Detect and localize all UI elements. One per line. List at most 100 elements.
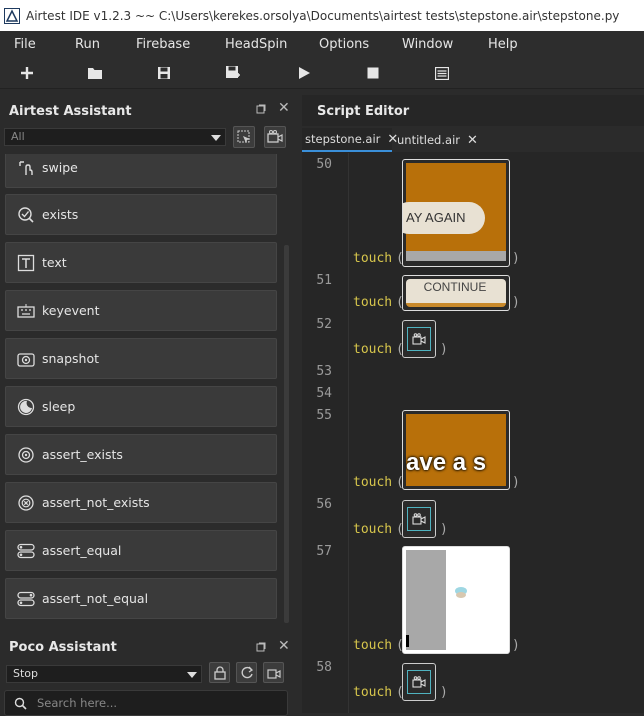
menu-run[interactable]: Run [75, 37, 100, 52]
record-screen-button[interactable] [264, 126, 286, 148]
chevron-down-icon [187, 672, 197, 678]
image-thumbnail[interactable] [402, 546, 510, 654]
tab-stepstone[interactable]: stepstone.air ✕ [302, 128, 398, 152]
keyboard-icon [16, 301, 36, 321]
poco-assistant-title: Poco Assistant [9, 640, 117, 655]
image-thumbnail[interactable]: CONTINUE [402, 275, 510, 311]
code-keyword: touch [353, 638, 393, 653]
thumbnail-text: CONTINUE [423, 280, 487, 294]
line-number-gutter: 50 51 52 53 54 55 56 57 58 [302, 153, 348, 713]
record-button[interactable] [263, 662, 284, 683]
code-keyword: touch [353, 522, 393, 537]
code-paren-close: ) [440, 342, 448, 357]
camera-icon [407, 670, 431, 694]
plus-icon[interactable] [18, 64, 36, 82]
menu-file[interactable]: File [14, 37, 36, 52]
list-item-label: exists [42, 207, 79, 222]
poco-mode-select[interactable]: Stop [6, 665, 202, 683]
image-thumbnail[interactable]: AY AGAIN [402, 159, 510, 267]
save-all-icon[interactable] [224, 64, 242, 82]
save-icon[interactable] [155, 64, 173, 82]
search-icon [14, 697, 27, 710]
code-paren-close: ) [440, 522, 448, 537]
list-item-exists[interactable]: exists [5, 194, 277, 235]
float-panel-icon[interactable] [256, 641, 266, 655]
editor-tabs: stepstone.air ✕ untitled.air ✕ [302, 126, 644, 152]
screen-record-thumbnail[interactable] [402, 320, 436, 358]
close-tab-icon[interactable]: ✕ [467, 133, 478, 148]
list-item-assert-equal[interactable]: assert_equal [5, 530, 277, 571]
line-number: 55 [316, 408, 332, 423]
swipe-icon [16, 158, 36, 178]
text-icon [16, 253, 36, 273]
title-bar: Airtest IDE v1.2.3 ~~ C:\Users\kerekes.o… [0, 0, 644, 31]
close-panel-icon[interactable]: ✕ [278, 638, 290, 654]
code-keyword: touch [353, 342, 393, 357]
screen-record-thumbnail[interactable] [402, 500, 436, 538]
code-keyword: touch [353, 475, 393, 490]
snapshot-icon [16, 349, 36, 369]
stop-icon[interactable] [364, 64, 382, 82]
app-logo-icon [4, 7, 20, 24]
menu-window[interactable]: Window [402, 37, 453, 52]
screen-record-thumbnail[interactable] [402, 663, 436, 701]
assert-exists-icon [16, 445, 36, 465]
code-paren-close: ) [512, 638, 520, 653]
menu-firebase[interactable]: Firebase [136, 37, 190, 52]
lock-button[interactable] [209, 662, 230, 683]
list-item-assert-not-exists[interactable]: assert_not_exists [5, 482, 277, 523]
folder-open-icon[interactable] [86, 64, 104, 82]
menu-options[interactable]: Options [319, 37, 369, 52]
search-placeholder: Search here... [37, 696, 118, 710]
sleep-icon [16, 397, 36, 417]
list-item-label: assert_exists [42, 447, 123, 462]
poco-search-field[interactable]: Search here... [4, 690, 288, 716]
log-list-icon[interactable] [433, 64, 451, 82]
list-item-sleep[interactable]: sleep [5, 386, 277, 427]
line-number: 52 [316, 317, 332, 332]
camera-icon [407, 327, 431, 351]
code-area[interactable]: touch ( AY AGAIN ) touch ( CONTINUE ) to… [348, 153, 644, 713]
window-title: Airtest IDE v1.2.3 ~~ C:\Users\kerekes.o… [26, 8, 620, 23]
float-panel-icon[interactable] [256, 103, 266, 117]
code-paren-close: ) [512, 251, 520, 266]
menu-help[interactable]: Help [488, 37, 518, 52]
thumbnail-text: ave a s [406, 449, 487, 476]
filter-value: All [11, 130, 25, 143]
line-number: 54 [316, 386, 332, 401]
tab-untitled[interactable]: untitled.air ✕ [397, 128, 478, 152]
filter-select[interactable]: All [4, 128, 226, 146]
game-sprite-icon [455, 587, 467, 598]
toolbar [0, 57, 644, 89]
list-item-assert-exists[interactable]: assert_exists [5, 434, 277, 475]
menu-bar: File Run Firebase HeadSpin Options Windo… [0, 31, 644, 57]
list-item-assert-not-equal[interactable]: assert_not_equal [5, 578, 277, 619]
line-number: 57 [316, 544, 332, 559]
list-item-text[interactable]: text [5, 242, 277, 283]
list-item-snapshot[interactable]: snapshot [5, 338, 277, 379]
assert-not-exists-icon [16, 493, 36, 513]
airtest-assistant-title: Airtest Assistant [9, 104, 132, 119]
code-keyword: touch [353, 251, 393, 266]
assert-not-equal-icon [16, 589, 36, 609]
close-panel-icon[interactable]: ✕ [278, 100, 290, 116]
airtest-assistant-panel: Airtest Assistant ✕ All swipe exists tex… [0, 95, 298, 635]
menu-headspin[interactable]: HeadSpin [225, 37, 287, 52]
assistant-scrollbar[interactable] [284, 245, 289, 623]
play-icon[interactable] [295, 64, 313, 82]
list-item-label: sleep [42, 399, 76, 414]
list-item-label: assert_equal [42, 543, 122, 558]
list-item-swipe[interactable]: swipe [5, 154, 277, 188]
line-number: 56 [316, 497, 332, 512]
list-item-keyevent[interactable]: keyevent [5, 290, 277, 331]
list-item-label: swipe [42, 160, 78, 175]
refresh-button[interactable] [236, 662, 257, 683]
image-thumbnail[interactable]: ave a s [402, 410, 510, 490]
line-number: 50 [316, 157, 332, 172]
code-paren-close: ) [440, 685, 448, 700]
list-item-label: snapshot [42, 351, 100, 366]
pick-element-button[interactable] [233, 126, 255, 148]
line-number: 53 [316, 364, 332, 379]
assistant-list: swipe exists text keyevent snapshot slee… [0, 154, 282, 630]
list-item-label: keyevent [42, 303, 100, 318]
